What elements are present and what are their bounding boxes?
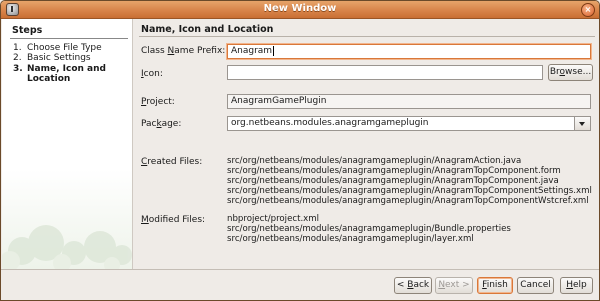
list-item: src/org/netbeans/modules/anagramgameplug… <box>227 176 559 186</box>
step-label: Basic Settings <box>27 53 91 63</box>
modified-files-list: nbproject/project.xml src/org/netbeans/m… <box>227 214 595 244</box>
steps-sidebar: Steps 1. Choose File Type 2. Basic Setting… <box>2 19 133 269</box>
created-files-list: src/org/netbeans/modules/anagramgameplug… <box>227 156 595 206</box>
panel-divider <box>139 36 595 37</box>
browse-button[interactable]: Browse... <box>548 64 593 81</box>
project-field[interactable]: AnagramGamePlugin <box>227 94 591 109</box>
button-bar-divider <box>1 269 599 270</box>
list-item: src/org/netbeans/modules/anagramgameplug… <box>227 234 474 244</box>
back-button[interactable]: < Back <box>394 277 432 294</box>
steps-divider <box>10 38 128 39</box>
chevron-down-icon[interactable] <box>574 117 590 130</box>
step-label: Choose File Type <box>27 43 102 53</box>
list-item: src/org/netbeans/modules/anagramgameplug… <box>227 196 589 206</box>
step-item-choose-file-type: 1. Choose File Type <box>13 43 102 53</box>
help-button[interactable]: Help <box>560 277 593 294</box>
list-item: src/org/netbeans/modules/anagramgameplug… <box>227 224 511 234</box>
steps-heading: Steps <box>12 25 43 36</box>
class-name-prefix-label: Class Name Prefix: <box>141 46 226 56</box>
step-item-name-icon-location: 3. Name, Icon and Location <box>13 64 123 84</box>
class-name-prefix-input[interactable]: Anagram <box>227 44 591 59</box>
title-bar[interactable]: New Window × <box>1 1 599 19</box>
list-item: src/org/netbeans/modules/anagramgameplug… <box>227 186 592 196</box>
step-number: 2. <box>13 53 22 63</box>
icon-input[interactable] <box>227 65 543 80</box>
wizard-panel: Name, Icon and Location Class Name Prefi… <box>133 19 599 269</box>
step-item-basic-settings: 2. Basic Settings <box>13 53 91 63</box>
package-label: Package: <box>141 119 182 129</box>
step-number: 3. <box>13 64 23 74</box>
list-item: src/org/netbeans/modules/anagramgameplug… <box>227 156 522 166</box>
package-value: org.netbeans.modules.anagramgameplugin <box>231 118 429 128</box>
window-title: New Window <box>263 3 337 14</box>
list-item: src/org/netbeans/modules/anagramgameplug… <box>227 166 561 176</box>
icon-label: Icon: <box>141 69 163 79</box>
close-icon[interactable]: × <box>581 3 595 17</box>
wizard-window: New Window × Steps 1. Choose File Type 2.… <box>0 0 600 301</box>
cancel-button[interactable]: Cancel <box>517 277 554 294</box>
panel-title: Name, Icon and Location <box>141 24 274 35</box>
next-button[interactable]: Next > <box>435 277 473 294</box>
project-label: Project: <box>141 97 175 107</box>
class-name-prefix-value: Anagram <box>231 46 273 56</box>
created-files-label: Created Files: <box>141 157 203 167</box>
list-item: nbproject/project.xml <box>227 214 320 224</box>
step-label: Name, Icon and Location <box>27 64 106 84</box>
sidebar-decoration-graphic <box>2 225 132 269</box>
package-combobox[interactable]: org.netbeans.modules.anagramgameplugin <box>227 116 591 131</box>
modified-files-label: Modified Files: <box>141 215 206 225</box>
step-number: 1. <box>13 43 22 53</box>
text-caret <box>273 45 275 56</box>
finish-button[interactable]: Finish <box>477 277 513 294</box>
